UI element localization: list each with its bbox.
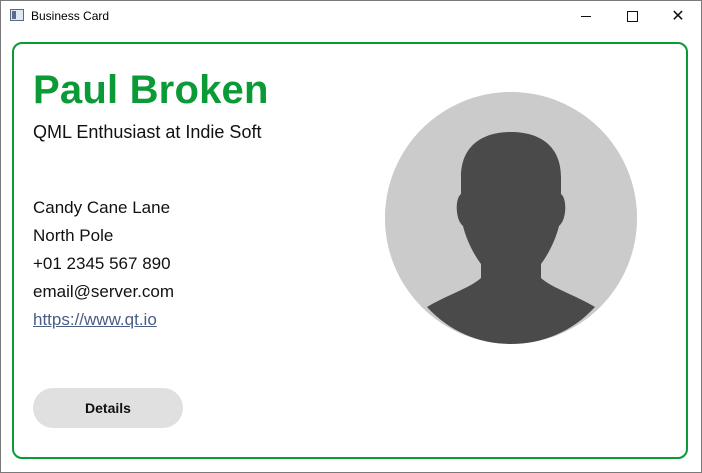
person-silhouette-icon [385, 92, 637, 344]
app-icon [10, 9, 24, 21]
email-address: email@server.com [33, 282, 175, 301]
contact-info: Candy Cane Lane North Pole +01 2345 567 … [33, 194, 174, 334]
maximize-icon [626, 10, 638, 22]
close-icon: ✕ [671, 8, 685, 25]
minimize-icon [581, 15, 591, 17]
business-card: Paul Broken QML Enthusiast at Indie Soft… [12, 42, 688, 459]
maximize-button[interactable] [609, 1, 655, 31]
title-bar[interactable]: Business Card ✕ [1, 1, 701, 31]
details-button[interactable]: Details [33, 388, 183, 428]
minimize-button[interactable] [563, 1, 609, 31]
contact-role: QML Enthusiast at Indie Soft [33, 122, 262, 142]
avatar [385, 92, 637, 344]
phone-number: +01 2345 567 890 [33, 254, 171, 273]
contact-name: Paul Broken [33, 68, 269, 112]
address-line-2: North Pole [33, 226, 114, 245]
window-title: Business Card [31, 9, 110, 23]
address-line-1: Candy Cane Lane [33, 198, 171, 217]
website-link[interactable]: https://www.qt.io [33, 310, 157, 329]
close-button[interactable]: ✕ [655, 1, 701, 31]
app-window: Business Card ✕ Paul Broken QML Enthusia… [0, 0, 702, 473]
